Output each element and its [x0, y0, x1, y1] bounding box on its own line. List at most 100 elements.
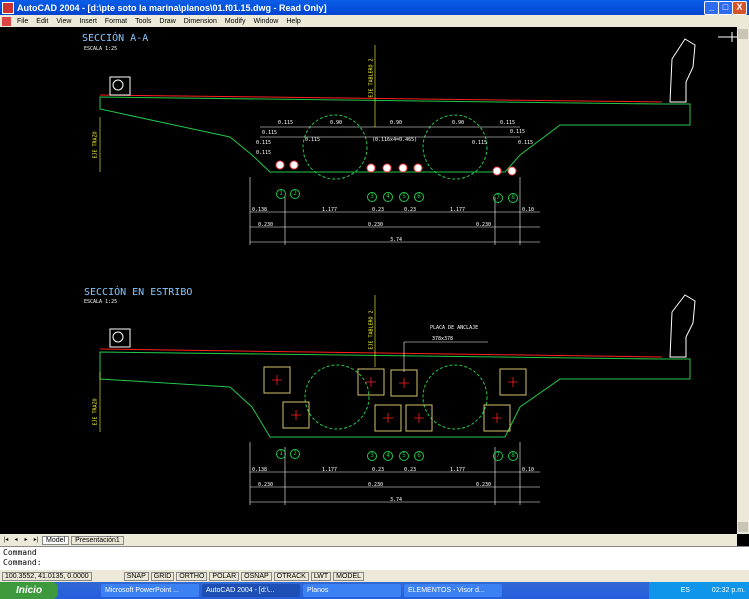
section-a-dim-row2-1: 0.230 — [258, 222, 274, 228]
taskbar-item-autocad[interactable]: AutoCAD 2004 - [d:\... — [202, 584, 300, 597]
menu-file[interactable]: File — [13, 18, 32, 25]
taskbar-item-elementos[interactable]: ELEMENTOS - Visor d... — [404, 584, 502, 597]
section-a-dim-mid-4: 0.115 — [510, 129, 526, 135]
section-a-dim-row1-3: 0.23 — [372, 207, 385, 213]
section-a-dim-row1-5: 1.177 — [450, 207, 466, 213]
drawing-canvas[interactable]: SECCIÓN A-A ESCALA 1:25 EJE TABLERO 2 EJ… — [0, 27, 737, 534]
section-b-outline — [99, 351, 691, 438]
command-window[interactable]: Command Command: — [0, 546, 749, 571]
section-a-marker-3: 3 — [367, 192, 377, 202]
section-b-dim-row1-5: 1.177 — [450, 467, 466, 473]
section-a-parapet — [669, 38, 696, 103]
section-a-dim-mid-2: 0.115 — [305, 137, 321, 143]
status-bar: 100.3552, 41.0135, 0.0000 SNAP GRID ORTH… — [0, 570, 749, 582]
taskbar: Inicio Microsoft PowerPoint ... AutoCAD … — [0, 582, 749, 599]
tab-layout1[interactable]: Presentación1 — [71, 535, 124, 545]
osnap-toggle[interactable]: OSNAP — [241, 571, 272, 581]
document-icon[interactable] — [2, 16, 11, 26]
section-a-marker-5: 5 — [399, 192, 409, 202]
model-toggle[interactable]: MODEL — [333, 571, 365, 581]
section-b-dim-row2-1: 0.230 — [258, 482, 274, 488]
section-a-marker-2: 2 — [290, 189, 300, 199]
section-b-dim-total: 3.74 — [390, 497, 403, 503]
language-indicator[interactable]: ES — [681, 587, 690, 594]
menu-edit[interactable]: Edit — [32, 18, 52, 25]
section-a-marker-1: 1 — [276, 189, 286, 199]
section-a-dim-row1-1: 0.138 — [252, 207, 268, 213]
section-a-axis-label: EJE TABLERO 2 — [368, 58, 375, 98]
lwt-toggle[interactable]: LWT — [310, 571, 332, 581]
coordinates-readout: 100.3552, 41.0135, 0.0000 — [2, 571, 92, 581]
section-a-dim-row1-4: 0.23 — [404, 207, 417, 213]
section-b-scale: ESCALA 1:25 — [84, 299, 118, 305]
plate-label: PLACA DE ANCLAJE — [430, 325, 479, 331]
section-a-marker-6: 6 — [414, 192, 424, 202]
otrack-toggle[interactable]: OTRACK — [273, 571, 309, 581]
section-a-dim-top-3: 0.90 — [390, 120, 403, 126]
section-b-dim-row1-2: 1.177 — [322, 467, 338, 473]
menu-modify[interactable]: Modify — [221, 18, 250, 25]
section-a-tendons — [275, 160, 517, 176]
menu-window[interactable]: Window — [249, 18, 282, 25]
section-a-dim-top-1: 0.115 — [278, 120, 294, 126]
scroll-down-icon[interactable] — [738, 522, 748, 532]
section-a-dim-mid-1: 0.115 — [262, 130, 278, 136]
section-a-dim-row2-3: 0.230 — [476, 222, 492, 228]
section-b-trace-label: EJE TRAZO — [92, 398, 99, 426]
section-b-marker-5: 5 — [399, 451, 409, 461]
minimize-button[interactable]: _ — [704, 1, 719, 15]
polar-toggle[interactable]: POLAR — [209, 571, 240, 581]
vertical-scrollbar[interactable] — [737, 27, 749, 534]
section-a-dim-left-2: 0.115 — [256, 150, 272, 156]
section-a-trace-label: EJE TRAZO — [92, 131, 99, 159]
next-tab-icon[interactable]: ▸ — [22, 536, 30, 544]
menu-draw[interactable]: Draw — [155, 18, 179, 25]
command-prompt: Command — [3, 548, 37, 557]
clock[interactable]: 02:32 p.m. — [712, 587, 745, 594]
section-a-marker-7: 7 — [493, 193, 503, 203]
menu-tools[interactable]: Tools — [131, 18, 155, 25]
section-a-dim-top-4: 0.90 — [452, 120, 465, 126]
maximize-button[interactable]: □ — [718, 1, 733, 15]
last-tab-icon[interactable]: ▸| — [32, 536, 40, 544]
command-line[interactable]: Command: — [0, 558, 749, 567]
snap-toggle[interactable]: SNAP — [123, 571, 149, 581]
tab-model[interactable]: Model — [42, 535, 70, 545]
menu-insert[interactable]: Insert — [75, 18, 101, 25]
section-a-dim-left-1: 0.115 — [256, 140, 272, 146]
section-a-title: SECCIÓN A-A — [82, 33, 149, 44]
plate-size-label: 378x378 — [432, 336, 454, 342]
close-button[interactable]: X — [732, 1, 747, 15]
section-a-marker-8: 8 — [508, 193, 518, 203]
section-a-dim-right-2: 0.115 — [518, 140, 534, 146]
section-b-marker-2: 2 — [290, 449, 300, 459]
section-a-dim-row1-2: 1.177 — [322, 207, 338, 213]
section-a-dim-top-2: 0.90 — [330, 120, 343, 126]
section-a-scale: ESCALA 1:25 — [84, 46, 118, 52]
system-tray: ES 02:32 p.m. — [649, 582, 749, 599]
section-b-title: SECCIÓN EN ESTRIBO — [84, 287, 193, 298]
section-b-dim-row1-4: 0.23 — [404, 467, 417, 473]
grid-toggle[interactable]: GRID — [150, 571, 175, 581]
menu-format[interactable]: Format — [101, 18, 131, 25]
first-tab-icon[interactable]: |◂ — [2, 536, 10, 544]
menu-view[interactable]: View — [52, 18, 75, 25]
section-a-dim-right-1: 0.115 — [472, 140, 488, 146]
start-button[interactable]: Inicio — [0, 582, 58, 599]
ucs-icon — [718, 32, 737, 42]
scroll-up-icon[interactable] — [738, 29, 748, 39]
section-b-marker-1: 1 — [276, 449, 286, 459]
section-b-marker-7: 7 — [493, 451, 503, 461]
section-b-marker-4: 4 — [383, 451, 393, 461]
ortho-toggle[interactable]: ORTHO — [176, 571, 208, 581]
menu-bar: File Edit View Insert Format Tools Draw … — [0, 15, 749, 27]
autocad-app-icon[interactable] — [2, 1, 14, 14]
section-b-dim-row1-3: 0.23 — [372, 467, 385, 473]
taskbar-item-powerpoint[interactable]: Microsoft PowerPoint ... — [101, 584, 199, 597]
section-b-parapet — [669, 294, 696, 358]
section-b-dim-row1-6: 0.10 — [522, 467, 535, 473]
menu-help[interactable]: Help — [282, 18, 304, 25]
prev-tab-icon[interactable]: ◂ — [12, 536, 20, 544]
menu-dimension[interactable]: Dimension — [180, 18, 221, 25]
taskbar-item-planos[interactable]: Planos — [303, 584, 401, 597]
